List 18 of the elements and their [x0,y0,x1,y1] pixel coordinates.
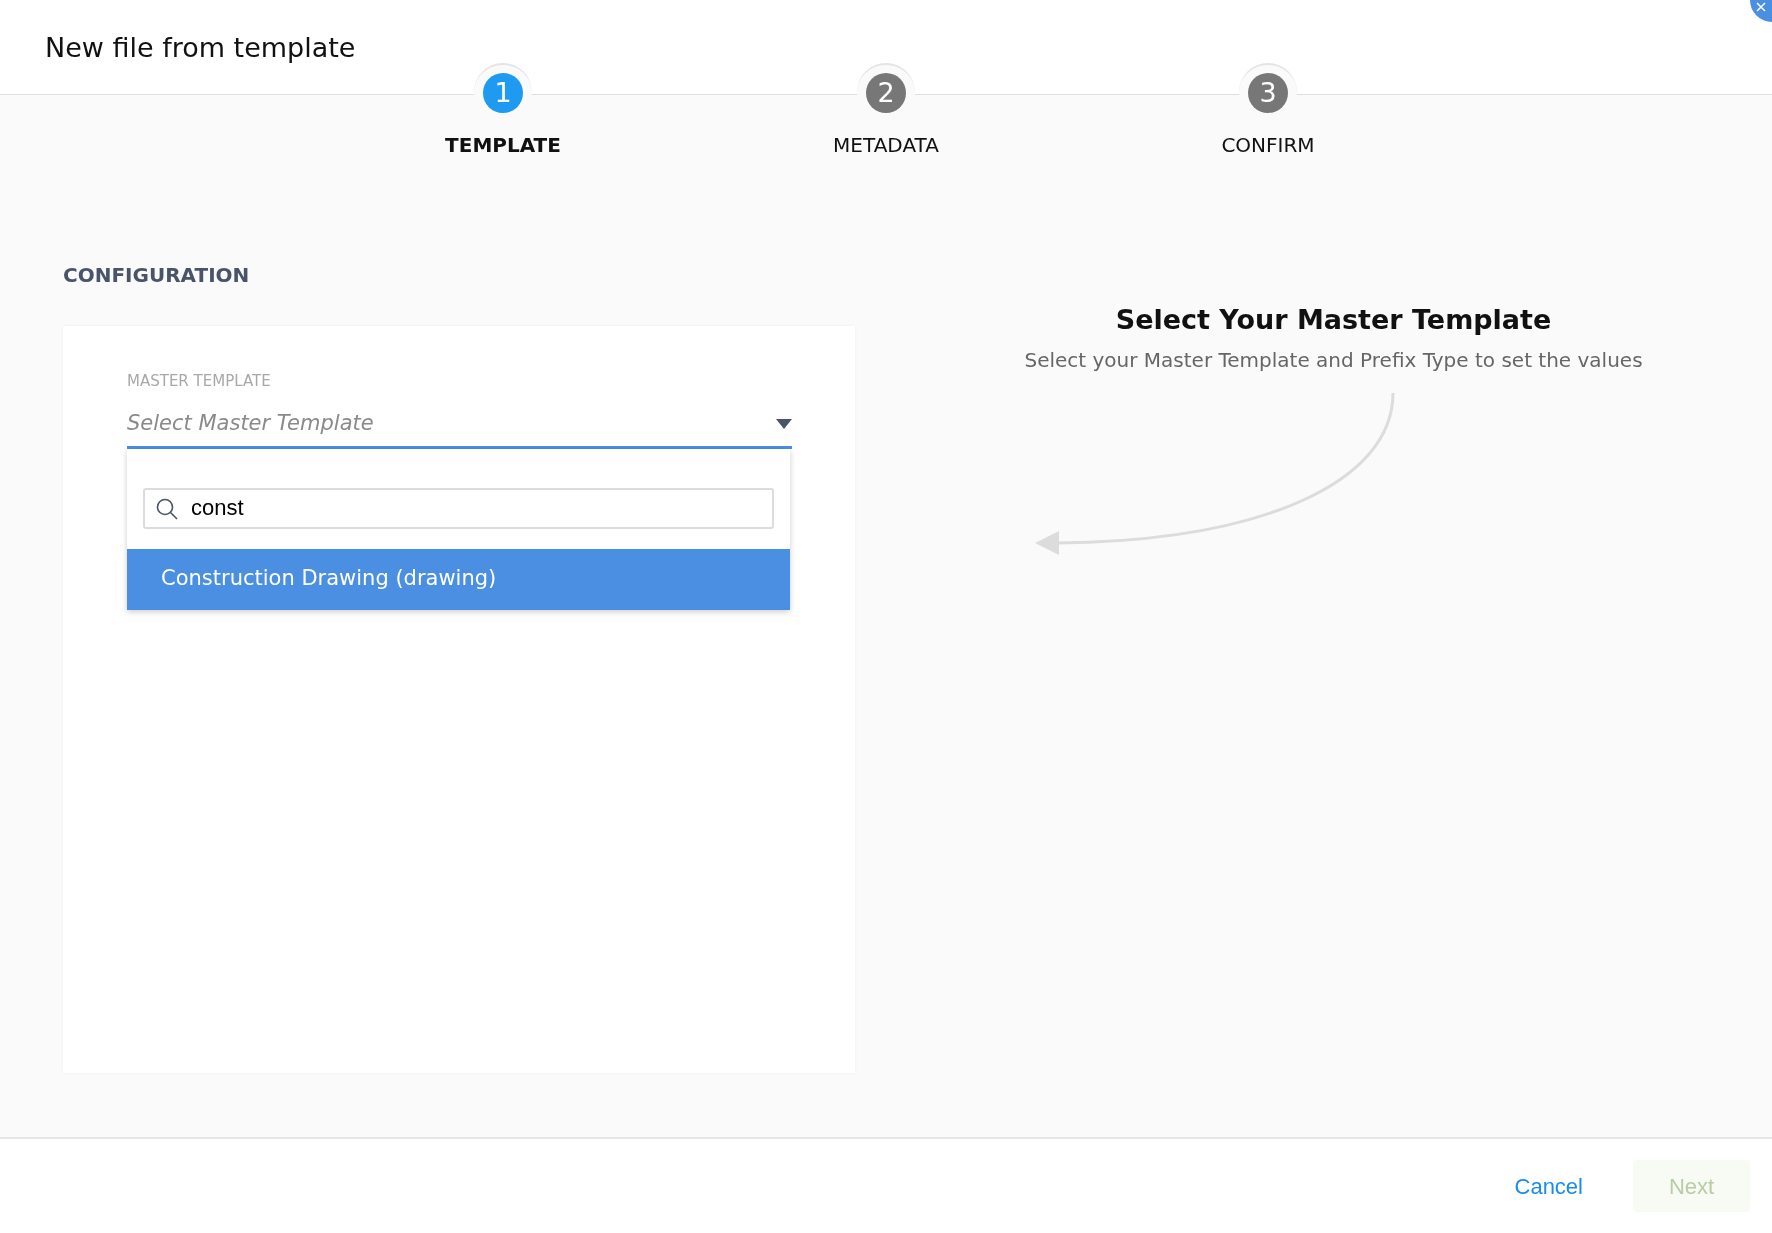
cancel-link[interactable]: Cancel [1514,1169,1583,1203]
hint-text: Select your Master Template and Prefix Type to set the values [1024,346,1643,374]
window-title: New file from template [45,31,356,65]
step-number[interactable]: 3 [1248,73,1288,113]
section-title: CONFIGURATION [63,262,251,289]
step-label[interactable]: CONFIRM [1221,130,1315,160]
step-label[interactable]: METADATA [833,130,939,160]
dropdown-option[interactable]: Construction Drawing (drawing) [127,548,790,610]
caret-icon [776,419,792,429]
step-number[interactable]: 1 [483,73,523,113]
search-icon [155,496,179,521]
close-icon [1756,2,1766,12]
search-field[interactable]: const [143,487,774,529]
field-label: MASTER TEMPLATE [127,371,272,392]
step-label[interactable]: TEMPLATE [445,130,561,160]
hint-title: Select Your Master Template [1115,303,1552,337]
step-number[interactable]: 2 [866,73,906,113]
select-placeholder: Select Master Template [127,410,374,438]
